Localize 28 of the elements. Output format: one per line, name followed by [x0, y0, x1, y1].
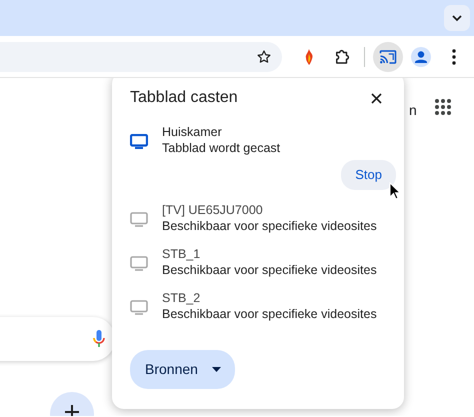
device-name[interactable]: STB_1 — [162, 246, 377, 262]
chevron-down-icon — [451, 14, 463, 22]
more-icon — [452, 48, 456, 64]
search-field[interactable] — [0, 317, 115, 361]
device-status: Beschikbaar voor specifieke videosites — [162, 262, 377, 278]
dialog-title: Tabblad casten — [130, 88, 238, 108]
plus-icon — [64, 404, 80, 416]
caret-icon — [212, 366, 221, 372]
close-icon — [370, 92, 382, 104]
apps-grid-icon[interactable] — [434, 98, 452, 116]
avatar-icon — [411, 46, 431, 66]
header-text: n — [409, 101, 417, 120]
device-name[interactable]: [TV] UE65JU7000 — [162, 202, 377, 218]
microphone-icon[interactable] — [93, 330, 105, 348]
cast-button[interactable] — [373, 42, 403, 72]
device-status: Beschikbaar voor specifieke videosites — [162, 218, 377, 234]
sources-button[interactable]: Bronnen — [130, 350, 235, 388]
stop-button[interactable]: Stop — [341, 160, 396, 190]
device-name[interactable]: STB_2 — [162, 290, 377, 306]
tab-search-button[interactable] — [444, 5, 470, 31]
device-status: Beschikbaar voor specifieke videosites — [162, 306, 377, 322]
star-icon[interactable] — [256, 48, 272, 64]
device-name[interactable]: Huiskamer — [162, 124, 280, 140]
device-status: Tabblad wordt gecast — [162, 140, 280, 156]
mouse-cursor-icon — [389, 182, 401, 200]
cast-icon — [379, 48, 397, 64]
puzzle-icon — [333, 48, 351, 66]
flame-icon — [304, 48, 314, 64]
